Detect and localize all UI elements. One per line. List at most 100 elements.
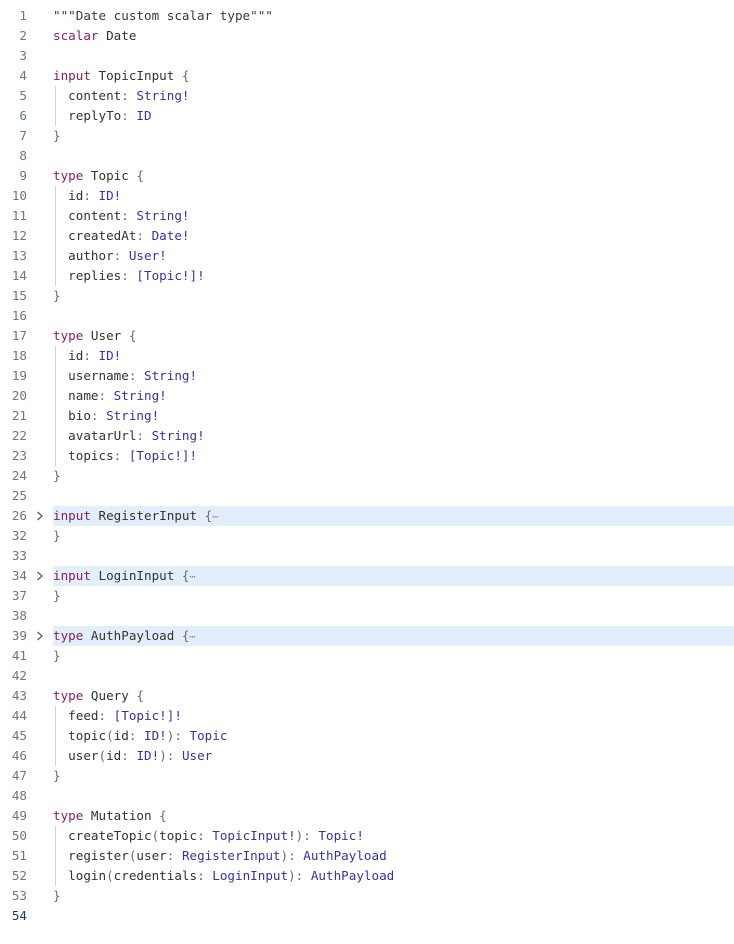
code-line[interactable]: 45 topic(id: ID!): Topic <box>0 726 734 746</box>
code-line[interactable]: 25 <box>0 486 734 506</box>
code-text[interactable]: createTopic(topic: TopicInput!): Topic! <box>53 826 734 846</box>
line-number: 33 <box>11 548 27 563</box>
code-text[interactable]: type User { <box>53 326 734 346</box>
code-text[interactable]: replies: [Topic!]! <box>53 266 734 286</box>
code-line[interactable]: 50 createTopic(topic: TopicInput!): Topi… <box>0 826 734 846</box>
code-text[interactable]: feed: [Topic!]! <box>53 706 734 726</box>
code-text[interactable]: input RegisterInput {⋯ <box>53 506 734 526</box>
code-line[interactable]: 21 bio: String! <box>0 406 734 426</box>
code-text[interactable]: } <box>53 646 734 666</box>
code-text[interactable]: register(user: RegisterInput): AuthPaylo… <box>53 846 734 866</box>
code-text[interactable]: scalar Date <box>53 26 734 46</box>
code-text[interactable] <box>53 146 734 166</box>
folded-code-line[interactable]: 34 input LoginInput {⋯ <box>0 566 734 586</box>
code-text[interactable]: """Date custom scalar type""" <box>53 6 734 26</box>
fold-ellipsis[interactable]: ⋯ <box>190 632 196 643</box>
code-text[interactable]: } <box>53 586 734 606</box>
code-text[interactable] <box>53 666 734 686</box>
code-line[interactable]: 3 <box>0 46 734 66</box>
code-line[interactable]: 48 <box>0 786 734 806</box>
code-text[interactable]: replyTo: ID <box>53 106 734 126</box>
code-line[interactable]: 9 type Topic { <box>0 166 734 186</box>
code-line[interactable]: 22 avatarUrl: String! <box>0 426 734 446</box>
code-line[interactable]: 42 <box>0 666 734 686</box>
code-text[interactable]: content: String! <box>53 206 734 226</box>
code-text[interactable]: } <box>53 126 734 146</box>
code-line[interactable]: 54 <box>0 906 734 926</box>
fold-ellipsis[interactable]: ⋯ <box>212 512 218 523</box>
code-line[interactable]: 19 username: String! <box>0 366 734 386</box>
code-text[interactable]: } <box>53 766 734 786</box>
code-text[interactable] <box>53 546 734 566</box>
code-line[interactable]: 33 <box>0 546 734 566</box>
code-line[interactable]: 8 <box>0 146 734 166</box>
code-text[interactable]: author: User! <box>53 246 734 266</box>
folded-code-line[interactable]: 26 input RegisterInput {⋯ <box>0 506 734 526</box>
code-line[interactable]: 24} <box>0 466 734 486</box>
code-text[interactable] <box>53 786 734 806</box>
code-line[interactable]: 53} <box>0 886 734 906</box>
code-line[interactable]: 47} <box>0 766 734 786</box>
code-line[interactable]: 10 id: ID! <box>0 186 734 206</box>
code-text[interactable]: type Query { <box>53 686 734 706</box>
code-text[interactable]: topics: [Topic!]! <box>53 446 734 466</box>
code-line[interactable]: 44 feed: [Topic!]! <box>0 706 734 726</box>
code-line[interactable]: 16 <box>0 306 734 326</box>
code-line[interactable]: 14 replies: [Topic!]! <box>0 266 734 286</box>
code-text[interactable]: } <box>53 466 734 486</box>
code-line[interactable]: 37} <box>0 586 734 606</box>
code-line[interactable]: 2 scalar Date <box>0 26 734 46</box>
code-line[interactable]: 52 login(credentials: LoginInput): AuthP… <box>0 866 734 886</box>
code-line[interactable]: 43 type Query { <box>0 686 734 706</box>
code-line[interactable]: 20 name: String! <box>0 386 734 406</box>
code-line[interactable]: 5 content: String! <box>0 86 734 106</box>
chevron-right-icon[interactable] <box>33 506 47 526</box>
chevron-right-icon[interactable] <box>33 566 47 586</box>
code-text[interactable]: topic(id: ID!): Topic <box>53 726 734 746</box>
code-text[interactable]: type Topic { <box>53 166 734 186</box>
code-text[interactable]: username: String! <box>53 366 734 386</box>
chevron-right-icon[interactable] <box>33 626 47 646</box>
code-line[interactable]: 4 input TopicInput { <box>0 66 734 86</box>
code-line[interactable]: 1 """Date custom scalar type""" <box>0 6 734 26</box>
code-text[interactable]: bio: String! <box>53 406 734 426</box>
code-text[interactable]: createdAt: Date! <box>53 226 734 246</box>
code-text[interactable] <box>53 606 734 626</box>
code-line[interactable]: 38 <box>0 606 734 626</box>
code-line[interactable]: 51 register(user: RegisterInput): AuthPa… <box>0 846 734 866</box>
code-text[interactable]: id: ID! <box>53 346 734 366</box>
code-line[interactable]: 15} <box>0 286 734 306</box>
code-line[interactable]: 12 createdAt: Date! <box>0 226 734 246</box>
fold-ellipsis[interactable]: ⋯ <box>190 572 196 583</box>
code-line[interactable]: 46 user(id: ID!): User <box>0 746 734 766</box>
code-text[interactable]: user(id: ID!): User <box>53 746 734 766</box>
code-text[interactable]: input TopicInput { <box>53 66 734 86</box>
code-line[interactable]: 49 type Mutation { <box>0 806 734 826</box>
code-text[interactable]: } <box>53 526 734 546</box>
code-text[interactable]: } <box>53 886 734 906</box>
code-text[interactable] <box>53 46 734 66</box>
code-text[interactable]: } <box>53 286 734 306</box>
code-text[interactable]: login(credentials: LoginInput): AuthPayl… <box>53 866 734 886</box>
code-line[interactable]: 13 author: User! <box>0 246 734 266</box>
code-editor[interactable]: 1 """Date custom scalar type""" 2 scalar Da… <box>0 6 734 926</box>
code-line[interactable]: 7} <box>0 126 734 146</box>
code-line[interactable]: 17 type User { <box>0 326 734 346</box>
code-text[interactable] <box>53 306 734 326</box>
code-text[interactable] <box>53 486 734 506</box>
code-line[interactable]: 23 topics: [Topic!]! <box>0 446 734 466</box>
code-text[interactable]: avatarUrl: String! <box>53 426 734 446</box>
code-text[interactable]: type AuthPayload {⋯ <box>53 626 734 646</box>
code-text[interactable]: input LoginInput {⋯ <box>53 566 734 586</box>
code-line[interactable]: 32} <box>0 526 734 546</box>
code-text[interactable]: name: String! <box>53 386 734 406</box>
code-text[interactable]: type Mutation { <box>53 806 734 826</box>
code-text[interactable]: content: String! <box>53 86 734 106</box>
code-line[interactable]: 11 content: String! <box>0 206 734 226</box>
code-text[interactable]: id: ID! <box>53 186 734 206</box>
code-text[interactable] <box>53 906 734 926</box>
code-line[interactable]: 41} <box>0 646 734 666</box>
code-line[interactable]: 6 replyTo: ID <box>0 106 734 126</box>
folded-code-line[interactable]: 39 type AuthPayload {⋯ <box>0 626 734 646</box>
code-line[interactable]: 18 id: ID! <box>0 346 734 366</box>
